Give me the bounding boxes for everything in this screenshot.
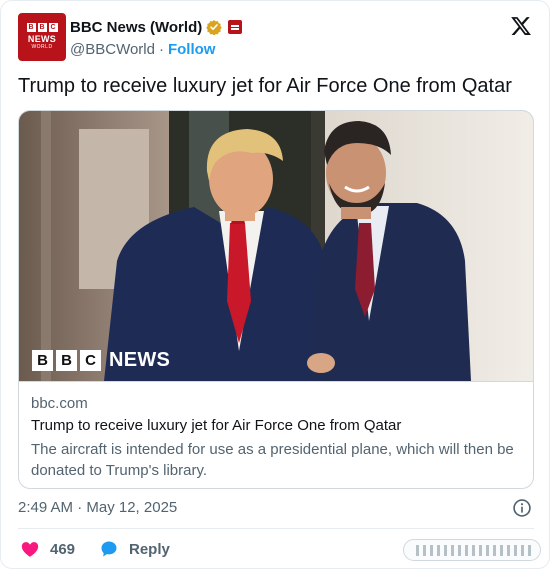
avatar-news-word: NEWS bbox=[27, 34, 57, 44]
x-logo-icon[interactable] bbox=[510, 15, 532, 37]
verified-gold-icon bbox=[206, 19, 222, 35]
like-count: 469 bbox=[50, 540, 76, 558]
separator-dot: · bbox=[158, 40, 164, 58]
avatar-world-word: WORLD bbox=[31, 44, 53, 50]
tweet-embed-card: B B C NEWS WORLD BBC News (World) @BBCWo… bbox=[0, 0, 550, 569]
watermark-block-b1: B bbox=[32, 350, 53, 371]
link-card-description: The aircraft is intended for use as a pr… bbox=[31, 441, 514, 479]
follow-button[interactable]: Follow bbox=[168, 41, 216, 58]
reply-button[interactable]: Reply bbox=[99, 538, 170, 560]
affiliate-badge-icon[interactable] bbox=[228, 20, 243, 34]
like-button[interactable]: 469 bbox=[20, 538, 75, 560]
watermark-block-b2: B bbox=[56, 350, 77, 371]
avatar-block-c: C bbox=[48, 23, 58, 32]
link-preview-card[interactable]: B B C NEWS bbc.com Trump to receive luxu… bbox=[18, 110, 534, 489]
divider bbox=[18, 528, 534, 529]
article-photo bbox=[19, 111, 533, 381]
avatar-block-b1: B bbox=[26, 23, 36, 32]
reply-bubble-icon bbox=[101, 541, 117, 557]
reply-label: Reply bbox=[129, 540, 170, 558]
watermark-block-c: C bbox=[80, 350, 101, 371]
link-card-title[interactable]: Trump to receive luxury jet for Air Forc… bbox=[31, 417, 401, 434]
author-display-name[interactable]: BBC News (World) bbox=[70, 19, 202, 36]
author-name-row: BBC News (World) bbox=[70, 17, 243, 37]
info-icon[interactable] bbox=[512, 498, 532, 518]
link-card-domain: bbc.com bbox=[31, 395, 88, 412]
heart-icon bbox=[21, 542, 39, 557]
tweet-text: Trump to receive luxury jet for Air Forc… bbox=[18, 75, 512, 97]
author-handle[interactable]: @BBCWorld bbox=[70, 41, 155, 58]
avatar-block-b2: B bbox=[37, 23, 47, 32]
tweet-timestamp[interactable]: 2:49 AM · May 12, 2025 bbox=[18, 499, 177, 516]
author-handle-row: @BBCWorld · Follow bbox=[70, 39, 215, 59]
avatar-bbc-blocks: B B C bbox=[26, 23, 58, 32]
avatar[interactable]: B B C NEWS WORLD bbox=[18, 13, 66, 61]
copy-link-button[interactable] bbox=[403, 539, 541, 561]
watermark-news-word: NEWS bbox=[109, 349, 171, 371]
bbc-news-watermark: B B C NEWS bbox=[32, 349, 170, 372]
link-card-info[interactable]: bbc.com Trump to receive luxury jet for … bbox=[19, 381, 533, 488]
